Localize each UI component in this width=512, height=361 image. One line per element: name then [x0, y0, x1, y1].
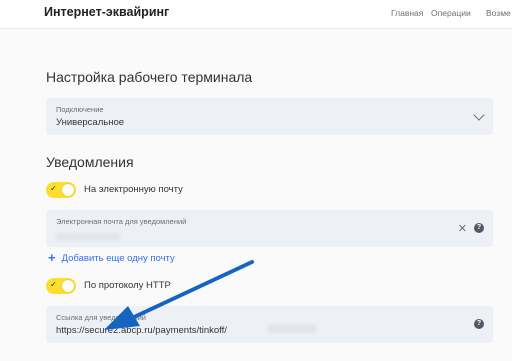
check-icon: ✓: [50, 184, 57, 193]
http-notifications-toggle[interactable]: ✓: [46, 278, 76, 294]
help-icon[interactable]: ?: [474, 223, 484, 233]
app-title: Интернет-эквайринг: [44, 5, 170, 19]
connection-label: Подключение: [56, 105, 104, 114]
email-value-redacted: [56, 233, 120, 241]
email-field-label: Электронная почта для уведомлений: [56, 217, 187, 226]
help-icon[interactable]: ?: [474, 319, 484, 329]
connection-value: Универсальное: [56, 117, 125, 128]
nav-home[interactable]: Главная: [391, 8, 423, 18]
url-suffix-redacted: [268, 324, 316, 333]
close-icon[interactable]: ✕: [458, 222, 467, 235]
connection-select[interactable]: Подключение Универсальное: [46, 98, 493, 135]
terminal-settings-title: Настройка рабочего терминала: [46, 69, 253, 85]
add-email-label: Добавить еще одну почту: [61, 253, 175, 264]
check-icon: ✓: [50, 280, 57, 289]
chevron-down-icon[interactable]: [473, 109, 485, 121]
toggle-knob: [62, 280, 74, 292]
notifications-title: Уведомления: [46, 154, 134, 170]
nav-operations[interactable]: Операции: [431, 8, 471, 18]
email-notifications-label: На электронную почту: [84, 184, 183, 195]
add-email-link[interactable]: + Добавить еще одну почту: [48, 250, 175, 265]
notification-url-value[interactable]: https://secure2.abcp.ru/payments/tinkoff…: [56, 325, 227, 336]
toggle-knob: [62, 184, 74, 196]
top-bar: Интернет-эквайринг Главная Операции Возм…: [0, 0, 512, 29]
email-notifications-toggle[interactable]: ✓: [46, 182, 76, 198]
notification-url-label: Ссылка для уведомлений: [56, 313, 146, 322]
nav-refunds[interactable]: Возме: [486, 8, 511, 18]
http-notifications-label: По протоколу HTTP: [84, 280, 171, 291]
email-field[interactable]: Электронная почта для уведомлений ✕ ?: [46, 210, 493, 247]
notification-url-field[interactable]: Ссылка для уведомлений https://secure2.a…: [46, 306, 493, 343]
plus-icon: +: [48, 250, 56, 265]
